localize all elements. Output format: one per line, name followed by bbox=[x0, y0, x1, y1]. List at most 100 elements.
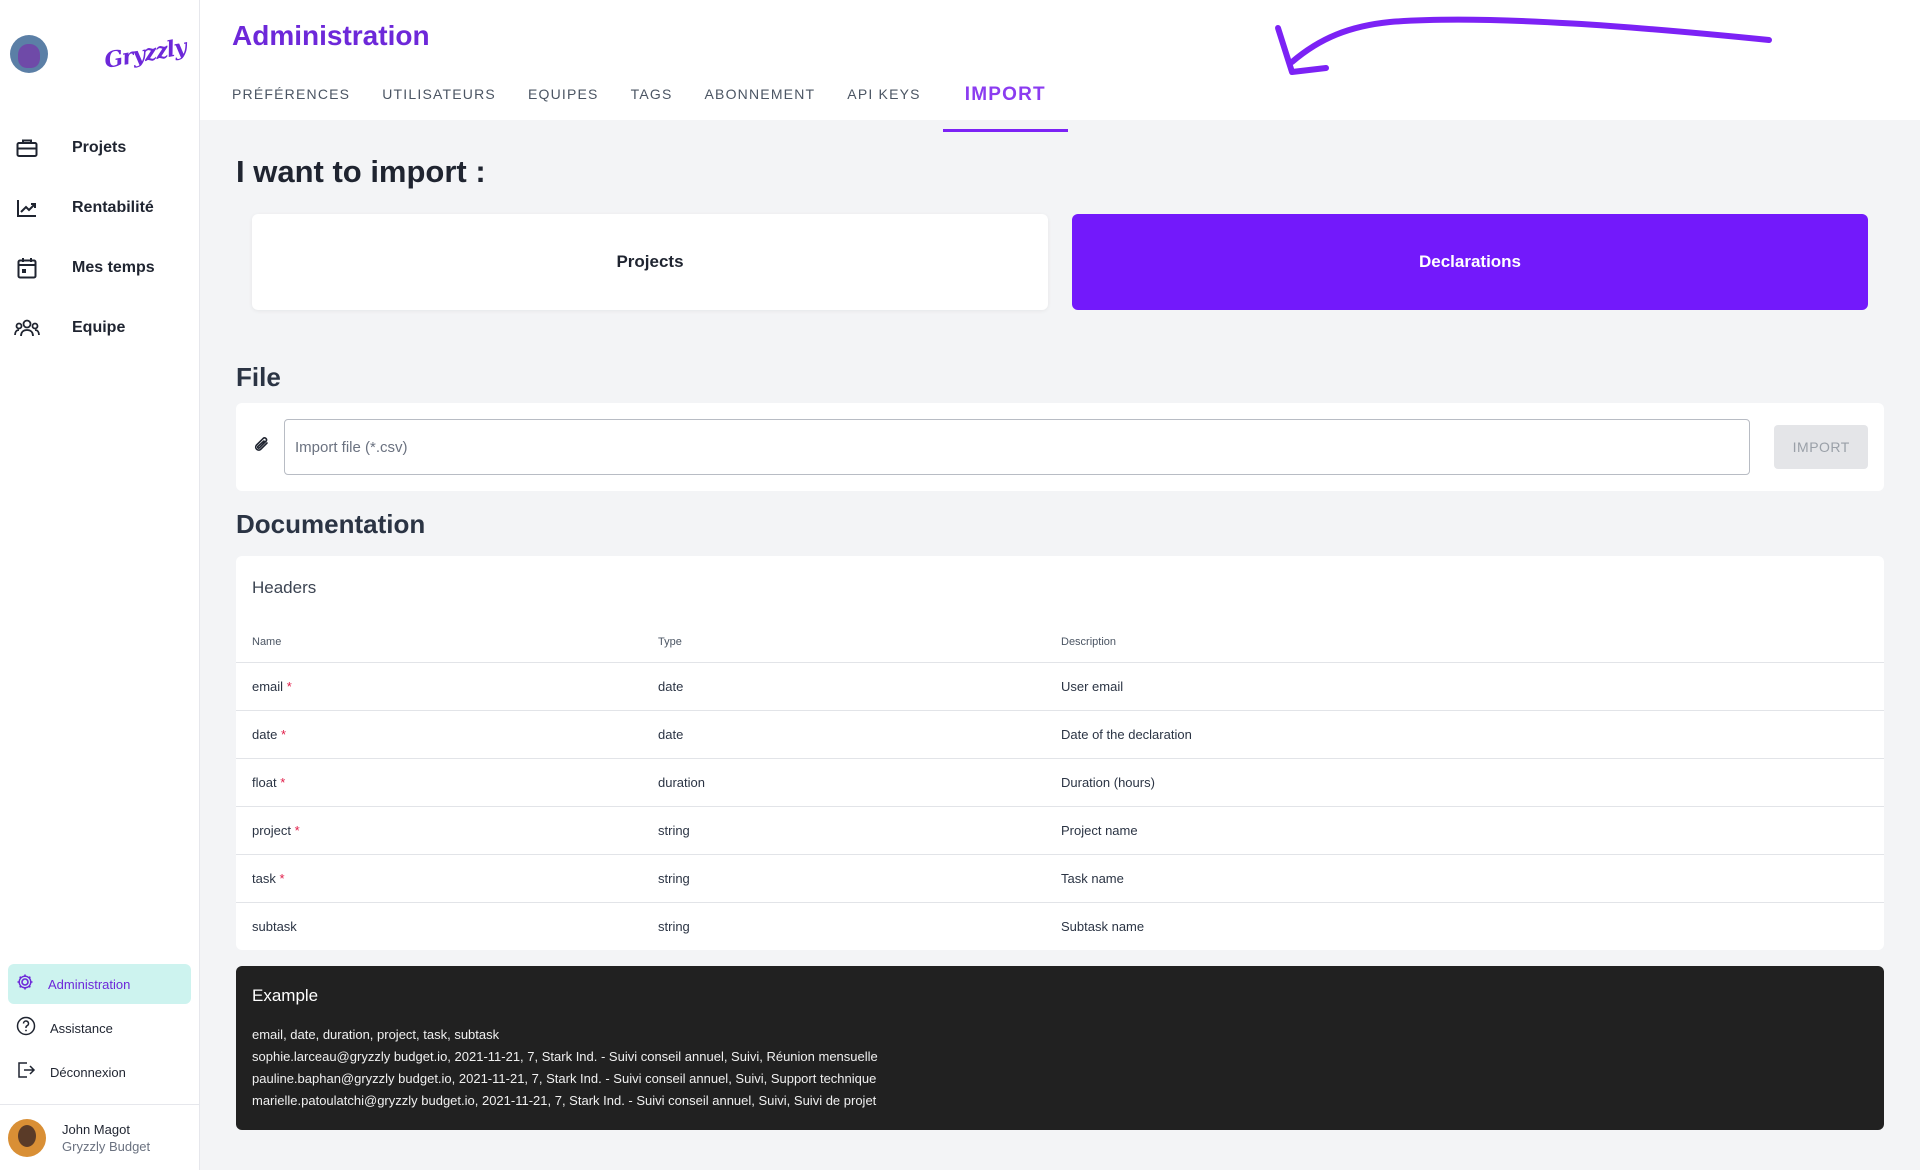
headers-title: Headers bbox=[252, 578, 317, 597]
cell-type: string bbox=[642, 805, 1045, 854]
trending-up-icon bbox=[14, 195, 40, 221]
tab-api-keys[interactable]: API KEYS bbox=[847, 82, 920, 120]
cell-type: duration bbox=[642, 757, 1045, 806]
cell-description: Date of the declaration bbox=[1045, 709, 1884, 758]
sidebar: Gryzzly Projets Rentabilité Mes temps Eq… bbox=[0, 0, 200, 1170]
sidebar-footer: Administration Assistance Déconnexion Jo… bbox=[0, 964, 199, 1170]
field-name: task bbox=[252, 870, 276, 886]
documentation-heading: Documentation bbox=[236, 509, 426, 539]
example-code[interactable]: email, date, duration, project, task, su… bbox=[252, 1024, 1868, 1112]
table-row: float * duration Duration (hours) bbox=[236, 757, 1884, 806]
cell-name: date * bbox=[236, 709, 642, 758]
example-line: sophie.larceau@gryzzly budget.io, 2021-1… bbox=[252, 1049, 878, 1064]
import-button[interactable]: IMPORT bbox=[1774, 425, 1868, 469]
cell-name: email * bbox=[236, 661, 642, 710]
cell-description: Duration (hours) bbox=[1045, 757, 1884, 806]
briefcase-icon bbox=[14, 135, 40, 161]
field-name: email bbox=[252, 678, 284, 694]
sidebar-item-assistance[interactable]: Assistance bbox=[8, 1008, 191, 1048]
gear-icon bbox=[16, 973, 34, 996]
column-header-description: Description bbox=[1061, 635, 1117, 648]
column-header-type: Type bbox=[658, 635, 682, 648]
tab-tags[interactable]: TAGS bbox=[631, 82, 673, 120]
user-name: John Magot bbox=[62, 1121, 130, 1137]
avatar[interactable] bbox=[8, 1118, 46, 1157]
main-nav: Projets Rentabilité Mes temps Equipe bbox=[0, 118, 199, 358]
cell-type: date bbox=[642, 709, 1045, 758]
user-info: John Magot Gryzzly Budget bbox=[62, 1121, 150, 1155]
example-line: pauline.baphan@gryzzly budget.io, 2021-1… bbox=[252, 1071, 877, 1086]
bear-mascot-icon[interactable] bbox=[10, 35, 48, 73]
admin-tabs: PRÉFÉRENCES UTILISATEURS EQUIPES TAGS AB… bbox=[232, 82, 1100, 132]
field-name: project bbox=[252, 822, 292, 838]
cell-type: string bbox=[642, 853, 1045, 902]
cell-description: User email bbox=[1045, 661, 1884, 710]
page-title: Administration bbox=[232, 20, 430, 51]
import-heading: I want to import : bbox=[236, 154, 486, 189]
cell-type: string bbox=[642, 901, 1045, 950]
required-marker: * bbox=[280, 774, 286, 790]
table-row: task * string Task name bbox=[236, 853, 1884, 902]
column-header-name: Name bbox=[252, 635, 282, 648]
headers-card: Headers Name Type Description email * da… bbox=[236, 556, 1884, 950]
sidebar-item-label: Administration bbox=[48, 976, 131, 992]
table-row: date * date Date of the declaration bbox=[236, 709, 1884, 758]
required-marker: * bbox=[279, 870, 285, 886]
team-icon bbox=[14, 315, 40, 341]
nav-item-equipe[interactable]: Equipe bbox=[0, 298, 199, 358]
nav-item-projets[interactable]: Projets bbox=[0, 118, 199, 178]
table-row: subtask string Subtask name bbox=[236, 901, 1884, 950]
import-type-selector: Projects Declarations bbox=[236, 214, 1884, 310]
field-name: subtask bbox=[252, 918, 297, 934]
logout-icon bbox=[16, 1060, 36, 1085]
import-file-input[interactable] bbox=[284, 419, 1751, 475]
user-organization: Gryzzly Budget bbox=[62, 1138, 151, 1154]
sidebar-item-label: Déconnexion bbox=[50, 1064, 126, 1080]
brand: Gryzzly bbox=[0, 0, 199, 108]
brand-logo[interactable]: Gryzzly bbox=[102, 34, 188, 74]
cell-type: date bbox=[642, 661, 1045, 710]
sidebar-item-label: Assistance bbox=[50, 1020, 113, 1036]
example-card: Example email, date, duration, project, … bbox=[236, 966, 1884, 1130]
example-line: email, date, duration, project, task, su… bbox=[252, 1027, 500, 1042]
cell-description: Task name bbox=[1045, 853, 1884, 902]
example-line: marielle.patoulatchi@gryzzly budget.io, … bbox=[252, 1093, 877, 1108]
headers-table: Name Type Description email * date User … bbox=[236, 622, 1884, 950]
sidebar-item-logout[interactable]: Déconnexion bbox=[8, 1052, 191, 1092]
nav-item-rentabilite[interactable]: Rentabilité bbox=[0, 178, 199, 238]
field-name: float bbox=[252, 774, 277, 790]
annotation-arrow-icon bbox=[1275, 16, 1772, 75]
import-declarations-option[interactable]: Declarations bbox=[1072, 214, 1868, 310]
import-projects-option[interactable]: Projects bbox=[252, 214, 1048, 310]
cell-description: Subtask name bbox=[1045, 901, 1884, 950]
field-name: date bbox=[252, 726, 278, 742]
cell-name: task * bbox=[236, 853, 642, 902]
nav-item-label: Rentabilité bbox=[72, 199, 154, 216]
tab-utilisateurs[interactable]: UTILISATEURS bbox=[382, 82, 496, 120]
nav-item-label: Projets bbox=[72, 139, 127, 156]
tab-equipes[interactable]: EQUIPES bbox=[528, 82, 599, 120]
table-row: project * string Project name bbox=[236, 805, 1884, 854]
cell-name: float * bbox=[236, 757, 642, 806]
page-header: Administration PRÉFÉRENCES UTILISATEURS … bbox=[200, 0, 1920, 132]
help-icon bbox=[16, 1016, 36, 1041]
tab-preferences[interactable]: PRÉFÉRENCES bbox=[232, 82, 350, 120]
cell-description: Project name bbox=[1045, 805, 1884, 854]
file-card: IMPORT bbox=[236, 403, 1884, 491]
cell-name: subtask bbox=[236, 901, 642, 950]
nav-item-mes-temps[interactable]: Mes temps bbox=[0, 238, 199, 298]
file-heading: File bbox=[236, 362, 281, 392]
nav-item-label: Equipe bbox=[72, 319, 126, 336]
required-marker: * bbox=[294, 822, 300, 838]
paperclip-icon[interactable] bbox=[252, 434, 272, 461]
import-panel: I want to import : Projects Declarations… bbox=[236, 120, 1884, 1130]
tab-abonnement[interactable]: ABONNEMENT bbox=[705, 82, 816, 120]
table-row: email * date User email bbox=[236, 661, 1884, 710]
cell-name: project * bbox=[236, 805, 642, 854]
example-title: Example bbox=[252, 986, 319, 1005]
table-header-row: Name Type Description bbox=[236, 622, 1884, 662]
sidebar-item-administration[interactable]: Administration bbox=[8, 964, 191, 1004]
required-marker: * bbox=[280, 726, 286, 742]
user-profile[interactable]: John Magot Gryzzly Budget bbox=[0, 1104, 199, 1170]
nav-item-label: Mes temps bbox=[72, 259, 155, 276]
